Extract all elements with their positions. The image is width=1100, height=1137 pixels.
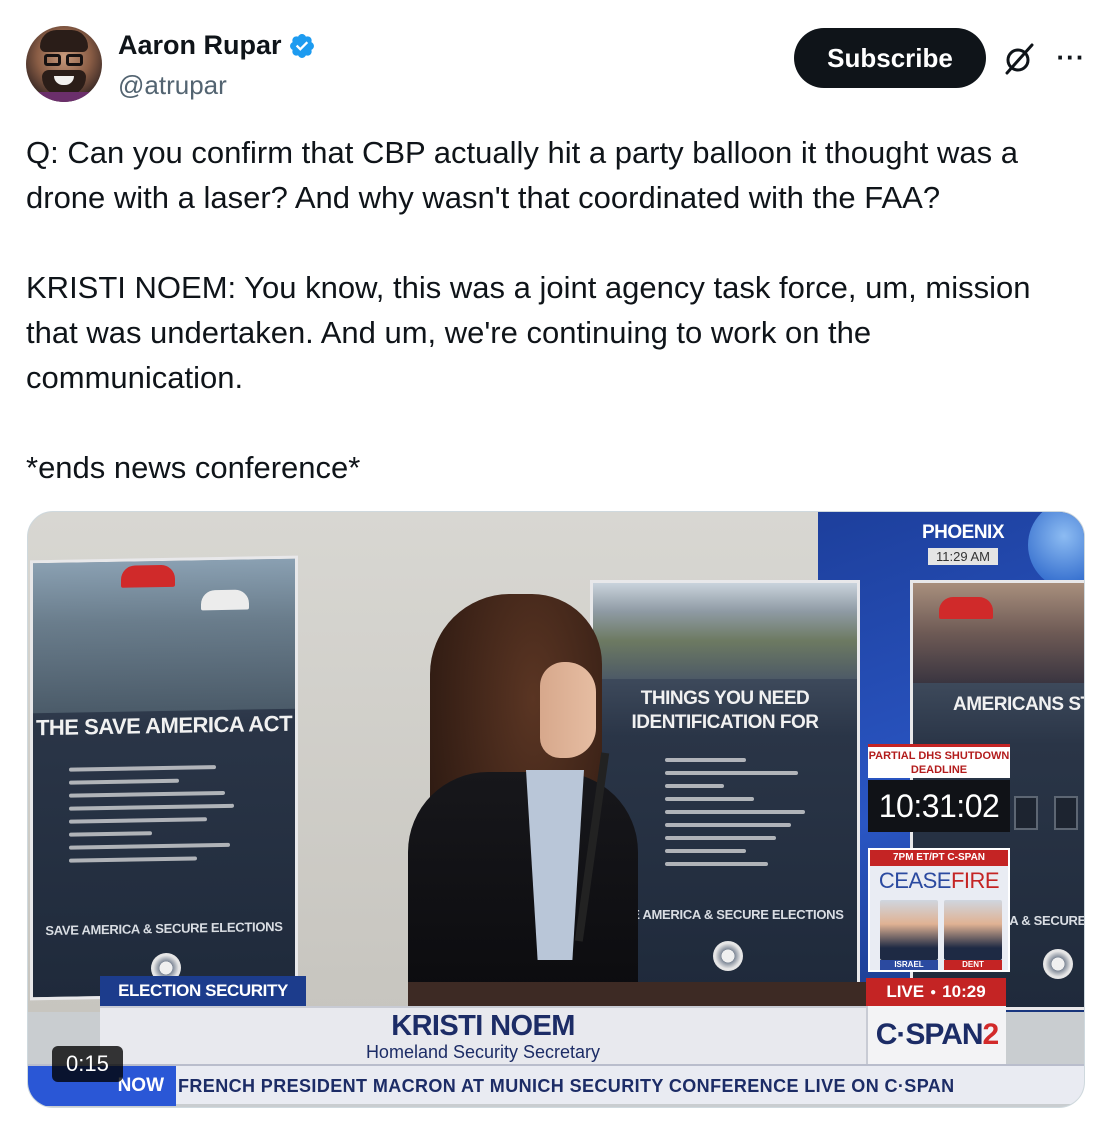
network-number: 2 xyxy=(982,1018,1000,1051)
tweet-paragraph: Q: Can you confirm that CBP actually hit… xyxy=(26,135,1018,215)
poster-text-lines xyxy=(665,749,813,875)
chyron-name: KRISTI NOEM xyxy=(391,1010,575,1042)
tweet-header: Aaron Rupar @atrupar Subscribe ··· xyxy=(26,26,1086,106)
chyron-title: Homeland Security Secretary xyxy=(365,1042,601,1062)
poster-photo xyxy=(913,583,1084,683)
live-dot-icon: ● xyxy=(930,986,937,998)
white-cap-graphic xyxy=(201,589,249,611)
ceasefire-title: CEASEFIRE xyxy=(870,868,1008,894)
poster-title: AMERICANS STI SUPPORT VOT xyxy=(953,694,1084,715)
red-cap-graphic xyxy=(939,597,993,619)
author-handle[interactable]: @atrupar xyxy=(118,70,227,101)
avatar-glasses xyxy=(66,54,83,66)
screen-tile xyxy=(1054,796,1078,830)
ticker-text: FRENCH PRESIDENT MACRON AT MUNICH SECURI… xyxy=(178,1075,955,1096)
live-time: 10:29 xyxy=(942,982,986,1001)
more-options-icon[interactable]: ··· xyxy=(1054,40,1088,74)
network-name: C·SPAN xyxy=(875,1018,984,1051)
ceasefire-schedule: 7PM ET/PT C-SPAN xyxy=(870,850,1008,866)
speaker-face xyxy=(540,662,596,758)
ceasefire-word-b: FIRE xyxy=(950,868,1000,893)
avatar[interactable] xyxy=(26,26,102,102)
live-indicator: LIVE ● 10:29 xyxy=(866,978,1006,1006)
guest-photo xyxy=(880,900,938,960)
grok-icon[interactable] xyxy=(1002,42,1036,76)
video-player[interactable]: THE SAVE AMERICA ACT SAVE AMERICA & SECU… xyxy=(27,511,1085,1108)
network-logo: C·SPAN 2 xyxy=(866,1006,1006,1064)
chyron-lower-third: KRISTI NOEM Homeland Security Secretary xyxy=(100,1006,866,1064)
author-name-row: Aaron Rupar xyxy=(118,30,316,61)
news-ticker: NOW FRENCH PRESIDENT MACRON AT MUNICH SE… xyxy=(28,1064,1084,1106)
ceasefire-word-a: CEASE xyxy=(878,868,952,893)
ceasefire-promo: 7PM ET/PT C-SPAN CEASEFIRE ISRAEL DENT xyxy=(868,848,1010,972)
poster-text-lines xyxy=(69,755,252,871)
dhs-seal-icon xyxy=(1043,949,1073,979)
poster-save-america-act: THE SAVE AMERICA ACT SAVE AMERICA & SECU… xyxy=(30,555,298,1001)
poster-photo xyxy=(593,583,857,679)
author-display-name[interactable]: Aaron Rupar xyxy=(118,30,282,61)
poster-footer: SAVE AMERICA & SECURE ELECTIONS xyxy=(45,918,283,939)
shutdown-timer: 10:31:02 xyxy=(868,780,1010,832)
poster-title: THE SAVE AMERICA ACT xyxy=(35,710,293,741)
video-duration-badge: 0:15 xyxy=(52,1046,123,1082)
city-time: 11:29 AM xyxy=(928,548,998,565)
dhs-seal-icon xyxy=(713,941,743,971)
avatar-hair xyxy=(40,30,88,52)
speaker-body xyxy=(408,772,638,1012)
shutdown-label: PARTIAL DHS SHUTDOWN DEADLINE xyxy=(868,744,1010,778)
poster-photo xyxy=(33,558,295,714)
city-clock: PHOENIX 11:29 AM xyxy=(908,522,1018,580)
guest-photo xyxy=(944,900,1002,960)
tweet-text: Q: Can you confirm that CBP actually hit… xyxy=(26,130,1086,490)
guest-tag: ISRAEL xyxy=(880,960,938,970)
verified-badge-icon xyxy=(289,33,314,58)
poster-title: THINGS YOU NEED IDENTIFICATION FOR xyxy=(631,688,819,733)
subscribe-button[interactable]: Subscribe xyxy=(794,28,986,88)
screen-tile xyxy=(1014,796,1038,830)
city-name: PHOENIX xyxy=(921,522,1005,543)
guest-tag: DENT xyxy=(944,960,1002,970)
red-cap-graphic xyxy=(121,564,175,588)
tweet-paragraph: *ends news conference* xyxy=(26,450,361,485)
tweet-paragraph: KRISTI NOEM: You know, this was a joint … xyxy=(26,270,1031,395)
avatar-shirt xyxy=(34,92,94,102)
chyron-topic-tag: ELECTION SECURITY xyxy=(100,976,306,1006)
live-label: LIVE xyxy=(886,982,925,1001)
avatar-glasses xyxy=(44,54,61,66)
